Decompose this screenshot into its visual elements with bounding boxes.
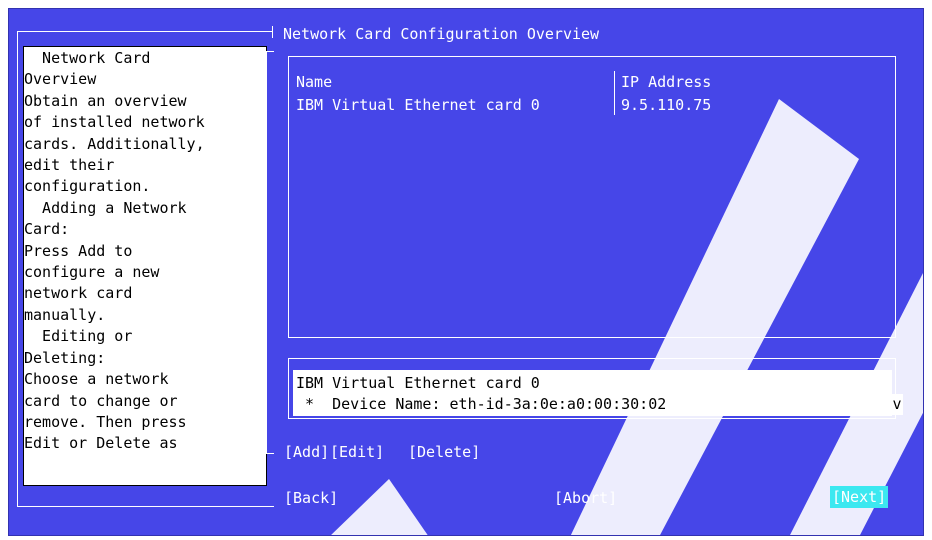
help-line: network card: [24, 284, 133, 303]
help-line: configure a new: [24, 263, 160, 282]
detail-panel[interactable]: IBM Virtual Ethernet card 0 * Device Nam…: [293, 370, 892, 416]
help-text: Network Card Overview Obtain an overview of…: [24, 48, 266, 455]
help-line: cards. Additionally,: [24, 134, 205, 153]
help-line: of installed network: [24, 113, 205, 132]
help-scrollbar[interactable]: [266, 51, 267, 453]
help-line: Press Add to: [24, 241, 133, 260]
help-line: Choose a network: [24, 370, 169, 389]
help-line: Card:: [24, 220, 70, 239]
help-line: manually.: [24, 305, 106, 324]
next-button[interactable]: [Next]: [830, 486, 889, 508]
help-scrollbar-bottom-tick: [266, 453, 274, 454]
help-line: card to change or: [24, 391, 178, 410]
help-panel[interactable]: Network Card Overview Obtain an overview of…: [23, 46, 267, 486]
table-row-ip[interactable]: 9.5.110.75: [621, 95, 711, 115]
delete-button[interactable]: [Delete]: [408, 442, 480, 462]
column-separator: [614, 71, 615, 115]
help-line: Network Card: [24, 49, 151, 67]
back-button[interactable]: [Back]: [284, 488, 338, 508]
detail-card-name: IBM Virtual Ethernet card 0: [296, 374, 540, 392]
help-line: Edit or Delete as: [24, 434, 178, 453]
help-line: Overview: [24, 70, 97, 89]
scroll-down-icon[interactable]: v: [891, 394, 903, 415]
help-line: edit their: [24, 156, 115, 175]
help-scrollbar-top-tick: [266, 51, 274, 52]
help-line: Editing or: [24, 327, 133, 346]
help-line: Adding a Network: [24, 198, 187, 217]
installer-screen: Network Card Overview Obtain an overview of…: [8, 8, 924, 536]
column-header-name: Name: [296, 73, 333, 91]
help-line: Obtain an overview: [24, 91, 187, 110]
help-line: configuration.: [24, 177, 151, 196]
table-row-name[interactable]: IBM Virtual Ethernet card 0: [296, 95, 540, 115]
page-title: Network Card Configuration Overview: [283, 25, 600, 43]
edit-button[interactable]: [Edit]: [330, 442, 384, 462]
abort-button[interactable]: [Abort]: [554, 488, 617, 508]
detail-device-name: * Device Name: eth-id-3a:0e:a0:00:30:02: [296, 395, 667, 413]
help-line: remove. Then press: [24, 412, 187, 431]
add-button[interactable]: [Add]: [284, 442, 329, 462]
help-line: Deleting:: [24, 348, 106, 367]
column-header-ip-address: IP Address: [621, 73, 712, 91]
